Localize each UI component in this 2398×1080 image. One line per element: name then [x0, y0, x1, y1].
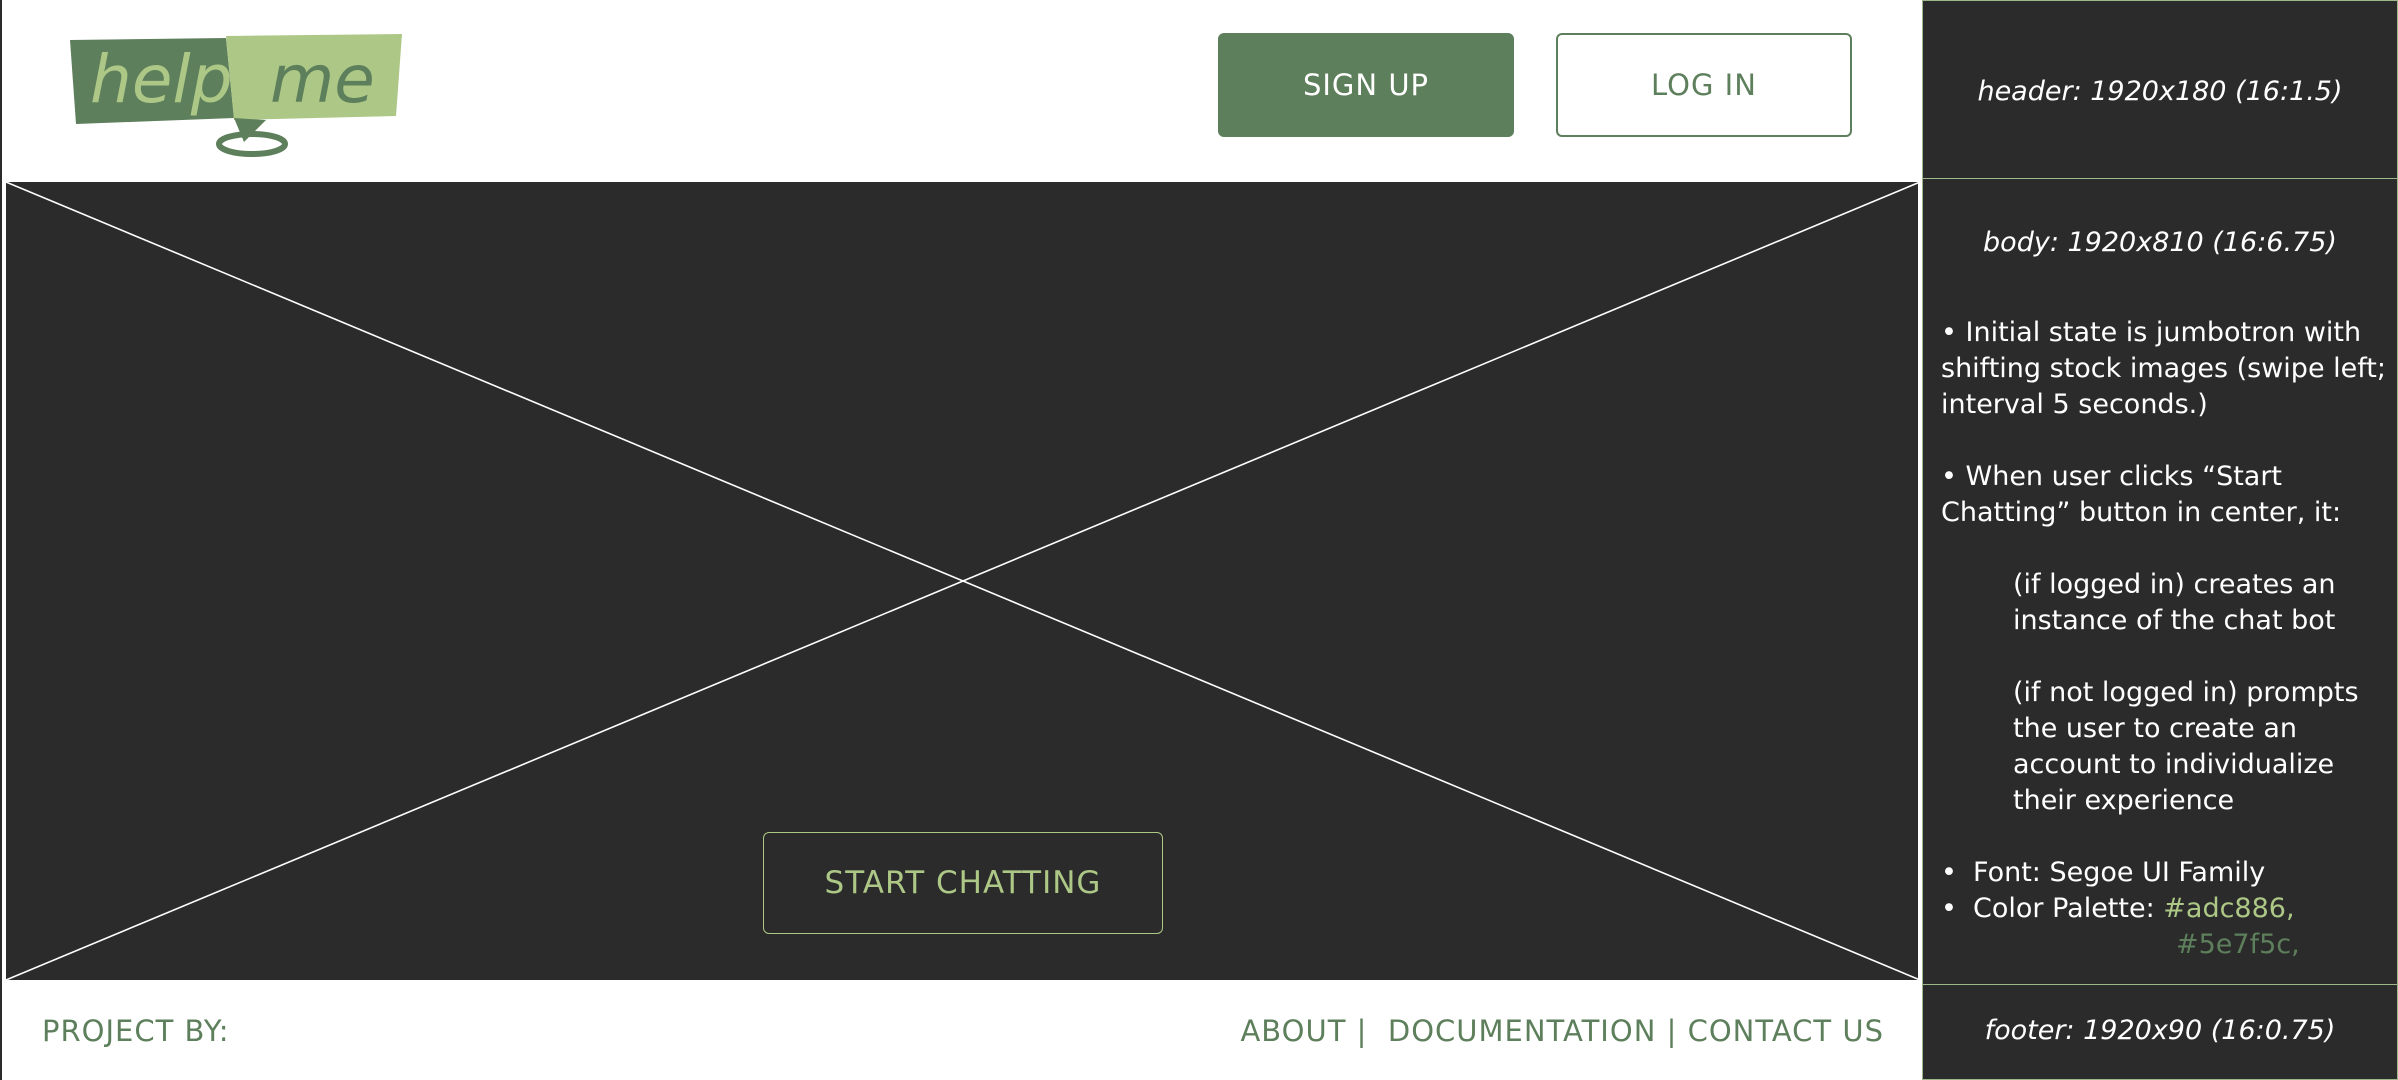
- palette-label: Color Palette:: [1973, 893, 2155, 924]
- sign-up-button[interactable]: SIGN UP: [1218, 33, 1514, 137]
- start-chatting-button[interactable]: START CHATTING: [763, 832, 1163, 934]
- body-notes: • Initial state is jumbotron with shifti…: [1941, 315, 2391, 963]
- about-link[interactable]: ABOUT: [1240, 1014, 1346, 1048]
- note-not-logged-in: (if not logged in) prompts the user to c…: [2013, 677, 2359, 816]
- footer: PROJECT BY: ABOUT | DOCUMENTATION | CONT…: [2, 980, 1920, 1080]
- note-initial-state: • Initial state is jumbotron with shifti…: [1941, 317, 2386, 420]
- logo-ring-icon: [216, 131, 288, 157]
- footer-spec-text: footer: 1920x90 (16:0.75): [1984, 1015, 2336, 1046]
- logo-help-text: help: [90, 41, 233, 118]
- palette-color-1: #adc886,: [2163, 893, 2295, 924]
- note-palette: Color Palette: #adc886, #5e7f5c,: [1941, 891, 2391, 963]
- footer-links: ABOUT | DOCUMENTATION | CONTACT US: [1240, 1014, 1884, 1048]
- logo-me-text: me: [270, 41, 375, 118]
- contact-us-link[interactable]: CONTACT US: [1688, 1014, 1884, 1048]
- note-start-click: • When user clicks “Start Chatting” butt…: [1941, 461, 2342, 528]
- logo-speech-tail-icon: [234, 118, 266, 142]
- palette-color-2: #5e7f5c,: [2176, 929, 2300, 960]
- wireframe-mockup: help me SIGN UP LOG IN START CHATTING PR…: [0, 0, 1920, 1080]
- header-spec-section: header: 1920x180 (16:1.5): [1922, 0, 2398, 178]
- documentation-link[interactable]: DOCUMENTATION: [1388, 1014, 1657, 1048]
- link-separator: |: [1346, 1014, 1388, 1048]
- footer-spec-section: footer: 1920x90 (16:0.75): [1922, 984, 2398, 1080]
- note-logged-in: (if logged in) creates an instance of th…: [2013, 569, 2336, 636]
- project-by-label: PROJECT BY:: [42, 1014, 230, 1048]
- note-font: Font: Segoe UI Family: [1941, 855, 2391, 891]
- header-spec-text: header: 1920x180 (16:1.5): [1977, 76, 2343, 107]
- body-spec-text: body: 1920x810 (16:6.75): [1983, 227, 2337, 258]
- font-text: Font: Segoe UI Family: [1973, 857, 2266, 888]
- jumbotron-placeholder: START CHATTING: [6, 182, 1920, 980]
- helpme-logo[interactable]: help me: [66, 30, 406, 165]
- link-separator: |: [1656, 1014, 1688, 1048]
- log-in-button[interactable]: LOG IN: [1556, 33, 1852, 137]
- style-notes: Font: Segoe UI Family Color Palette: #ad…: [1941, 855, 2391, 963]
- annotation-panel: header: 1920x180 (16:1.5) body: 1920x810…: [1918, 0, 2398, 1080]
- body-spec-section: body: 1920x810 (16:6.75) • Initial state…: [1922, 178, 2398, 984]
